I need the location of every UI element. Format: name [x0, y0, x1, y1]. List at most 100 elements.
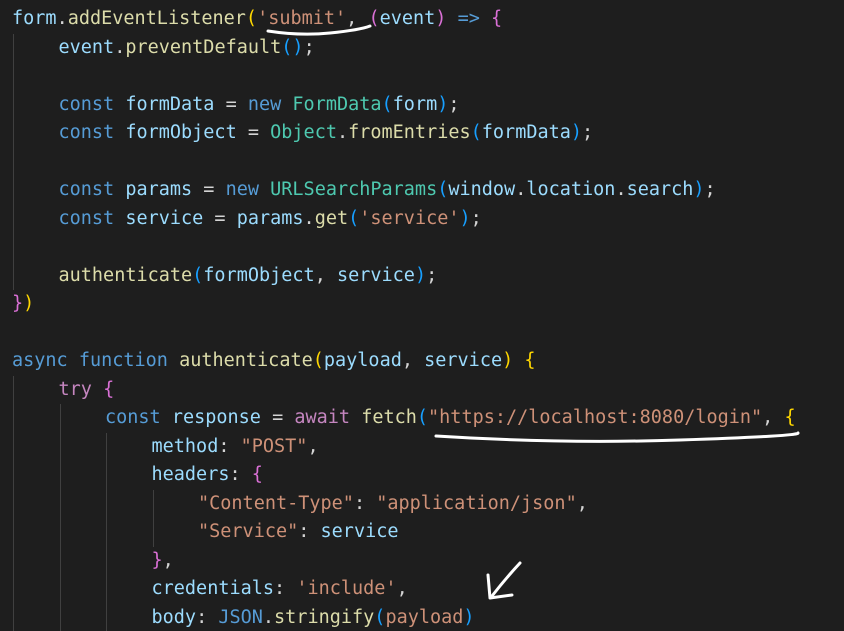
- code-line: const service = params.get('service');: [0, 205, 844, 234]
- code-token: ;: [448, 93, 460, 115]
- code-token: (: [192, 264, 204, 286]
- code-token: ;: [426, 264, 438, 286]
- code-line: "Service": service: [0, 518, 844, 547]
- code-token: const: [58, 179, 126, 200]
- code-token: formData: [125, 93, 215, 115]
- code-token: ): [502, 350, 514, 371]
- code-token: const: [105, 407, 172, 428]
- code-token: service: [320, 521, 399, 542]
- code-token: await: [294, 407, 362, 428]
- code-token: service: [424, 350, 503, 371]
- code-token: =: [214, 93, 248, 115]
- code-token: "https://localhost:8080/login": [428, 407, 763, 428]
- code-line: body: JSON.stringify(payload): [0, 604, 844, 631]
- code-token: new: [247, 93, 293, 115]
- code-line: event.preventDefault();: [0, 34, 844, 63]
- code-token: (: [348, 207, 360, 229]
- code-token: (: [470, 122, 482, 143]
- code-editor[interactable]: form.addEventListener('submit', (event) …: [0, 0, 844, 631]
- code-token: .: [615, 179, 627, 200]
- code-line: headers: {: [0, 461, 844, 490]
- code-token: (: [374, 606, 386, 628]
- code-token: .: [336, 122, 349, 143]
- code-line: const formData = new FormData(form);: [0, 91, 844, 120]
- code-token: :: [229, 464, 252, 485]
- code-token: ,: [314, 264, 337, 286]
- code-token: get: [314, 207, 349, 229]
- code-token: form: [12, 8, 57, 29]
- code-token: location: [526, 179, 616, 200]
- code-token: stringify: [274, 606, 375, 628]
- code-line: try {: [0, 376, 844, 405]
- code-token: ,: [162, 549, 174, 571]
- code-token: FormData: [292, 93, 382, 115]
- code-token: response: [171, 407, 261, 428]
- indent-guide-line: [13, 33, 14, 290]
- code-token: addEventListener: [67, 8, 246, 29]
- code-line: method: "POST",: [0, 433, 844, 462]
- code-token: "Service": [198, 521, 299, 542]
- code-token: URLSearchParams: [270, 179, 438, 200]
- code-token: .: [56, 8, 68, 29]
- code-token: =: [192, 179, 226, 200]
- code-token: search: [626, 179, 694, 200]
- code-token: formObject: [203, 264, 315, 286]
- code-token: function: [78, 350, 180, 371]
- code-token: {: [103, 378, 115, 400]
- code-token: ;: [303, 36, 315, 58]
- code-line: },: [0, 547, 844, 576]
- code-token: (: [437, 179, 449, 200]
- code-line: form.addEventListener('submit', (event) …: [0, 5, 844, 34]
- code-token: const: [58, 207, 126, 229]
- code-token: :: [196, 606, 219, 628]
- code-line: credentials: 'include',: [0, 575, 844, 604]
- code-token: fromEntries: [348, 122, 471, 143]
- code-token: ): [463, 606, 475, 628]
- code-token: (): [281, 36, 304, 58]
- code-token: service: [336, 264, 415, 286]
- code-token: {: [524, 350, 536, 371]
- code-token: formData: [481, 122, 571, 143]
- code-token: ): [693, 179, 705, 200]
- code-token: ,: [396, 578, 408, 599]
- code-token: async: [12, 350, 79, 371]
- code-token: }: [12, 293, 24, 314]
- code-token: ,: [346, 8, 369, 29]
- code-token: ): [23, 293, 35, 314]
- code-token: payload: [323, 350, 402, 371]
- code-token: event: [379, 8, 436, 29]
- code-token: ;: [470, 207, 482, 229]
- code-token: formObject: [125, 122, 237, 143]
- code-token: =: [236, 122, 271, 143]
- code-token: {: [784, 407, 796, 428]
- code-token: params: [236, 207, 304, 229]
- code-token: }: [151, 549, 163, 571]
- code-token: fetch: [361, 407, 417, 428]
- code-token: const: [58, 122, 126, 143]
- code-token: JSON: [218, 606, 263, 628]
- code-token: .: [303, 207, 315, 229]
- code-token: ,: [401, 350, 425, 371]
- code-token: new: [225, 179, 271, 200]
- code-token: ;: [704, 179, 716, 200]
- code-token: (: [312, 350, 324, 371]
- code-token: (: [416, 407, 429, 428]
- code-token: (: [381, 93, 393, 115]
- code-token: :: [274, 578, 297, 599]
- code-token: (: [245, 8, 258, 29]
- code-token: ;: [582, 122, 594, 143]
- code-line: }): [0, 290, 844, 319]
- code-token: =>: [446, 8, 491, 29]
- code-token: form: [392, 93, 438, 115]
- code-token: {: [251, 464, 263, 485]
- code-line: async function authenticate(payload, ser…: [0, 347, 844, 376]
- code-token: ,: [307, 435, 319, 457]
- code-token: payload: [385, 606, 464, 628]
- code-token: authenticate: [58, 264, 193, 286]
- code-token: const: [58, 93, 126, 115]
- code-token: credentials: [151, 578, 275, 599]
- code-token: event: [58, 36, 115, 58]
- code-token: 'service': [359, 207, 460, 229]
- code-token: .: [114, 36, 126, 58]
